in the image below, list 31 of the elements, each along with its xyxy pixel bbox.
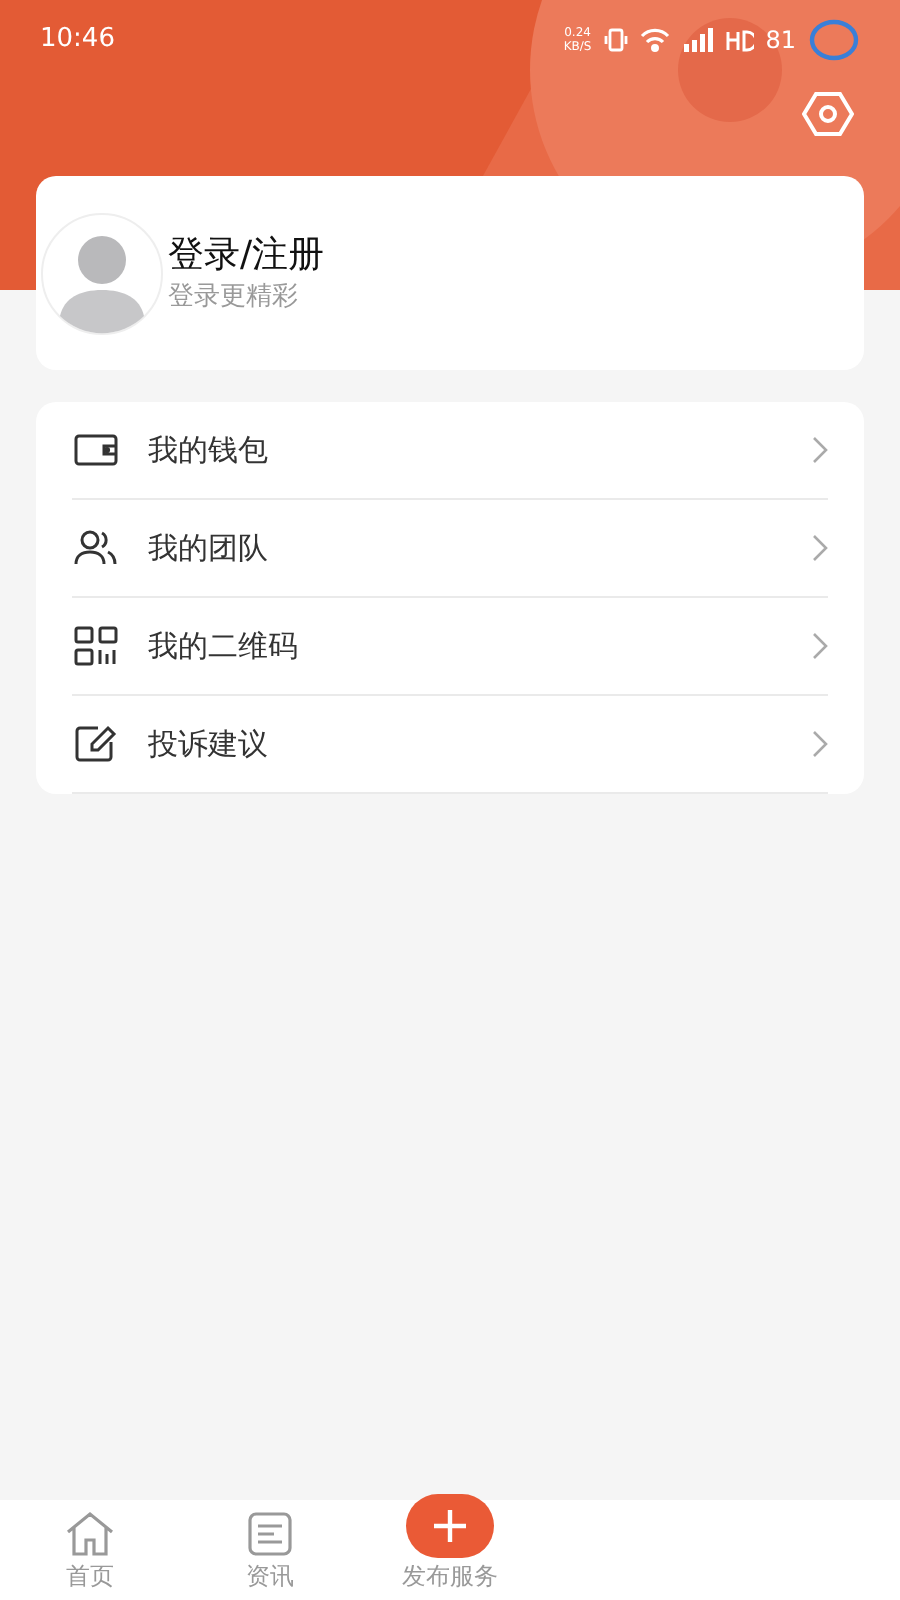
wallet-icon (74, 432, 118, 468)
login-subtitle: 登录更精彩 (168, 279, 300, 315)
battery-level: 81 (765, 24, 796, 58)
profile-card[interactable]: 登录/注册 登录更精彩 (36, 176, 864, 370)
chevron-right-icon (812, 632, 828, 660)
chevron-right-icon (812, 730, 828, 758)
wifi-icon (639, 28, 670, 52)
signal-icon (681, 28, 714, 52)
chevron-right-icon (812, 534, 828, 562)
hd-icon (725, 28, 754, 52)
avatar (40, 211, 164, 335)
edit-icon (74, 724, 118, 764)
qr-code-icon (74, 626, 118, 666)
login-title: 登录/注册 (168, 231, 325, 279)
chevron-right-icon (812, 436, 828, 464)
document-icon (246, 1510, 294, 1558)
settings-button[interactable] (800, 86, 856, 142)
menu-label: 投诉建议 (148, 723, 268, 766)
menu-item[interactable]: 我的钱包 (72, 402, 828, 500)
settings-icon (802, 90, 854, 138)
menu-item[interactable]: 我的团队 (72, 500, 828, 598)
menu-label: 我的钱包 (148, 429, 268, 472)
vibrate-icon (603, 28, 628, 52)
battery-ring-icon (808, 18, 860, 62)
status-time: 10:46 (40, 22, 115, 59)
menu-label: 我的团队 (148, 527, 268, 570)
menu-label: 我的二维码 (148, 625, 298, 668)
menu-item[interactable]: 投诉建议 (72, 696, 828, 794)
menu-item[interactable]: 我的二维码 (72, 598, 828, 696)
users-icon (74, 530, 118, 566)
home-icon (64, 1510, 116, 1558)
